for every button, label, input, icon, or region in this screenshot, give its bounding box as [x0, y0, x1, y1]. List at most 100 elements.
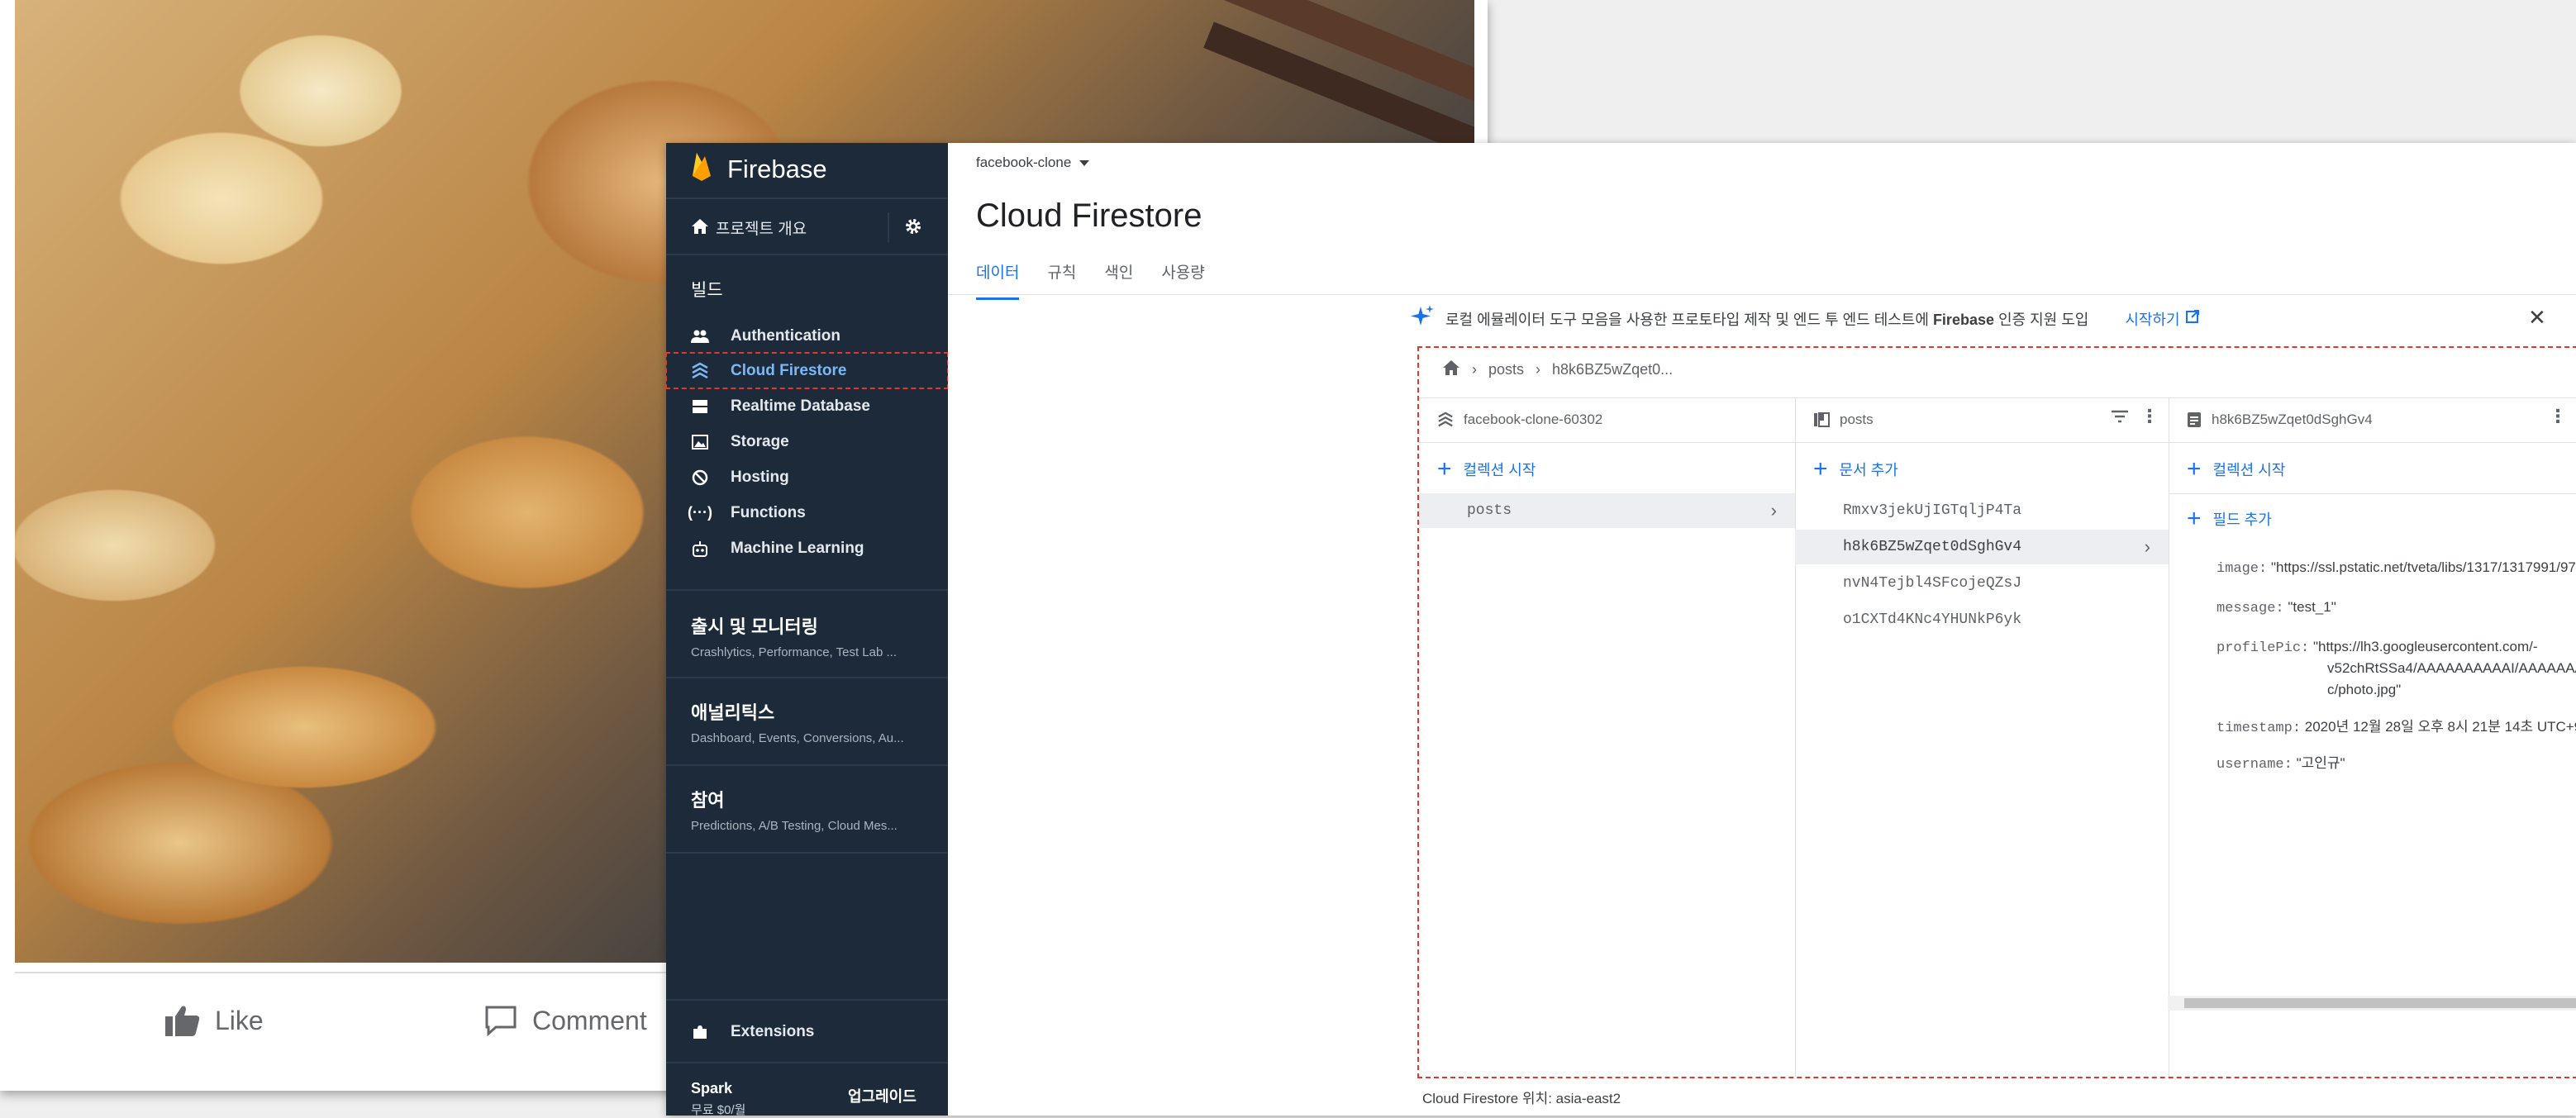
project-selector[interactable]: facebook-clone	[976, 155, 1090, 171]
document-row[interactable]: nvN4Tejbl4SFcojeQZsJ	[1795, 566, 2169, 601]
like-label: Like	[215, 1005, 264, 1035]
cta-label: 시작하기	[2125, 311, 2180, 328]
people-icon	[691, 327, 709, 345]
horizontal-scrollbar[interactable]	[2168, 996, 2576, 1011]
field-key: timestamp:	[2217, 721, 2302, 736]
divider	[666, 677, 948, 678]
document-row[interactable]: h8k6BZ5wZqet0dSghGv4 ›	[1795, 530, 2169, 564]
document-row[interactable]: Rmxv3jekUjIGTqljP4Ta	[1795, 493, 2169, 528]
banner-text: 로컬 에뮬레이터 도구 모음을 사용한 프로토타입 제작 및 엔드 투 엔드 테…	[1445, 308, 2088, 330]
field-profilepic-cont: v52chRtSSa4/AAAAAAAAAAI/AAAAAAAAAAA/AMZu…	[2327, 660, 2576, 677]
puzzle-icon	[691, 1023, 709, 1041]
sidebar-item-hosting[interactable]: Hosting	[666, 459, 948, 495]
home-icon[interactable]	[1442, 359, 1460, 380]
field-username[interactable]: username: "고인규"	[2217, 751, 2345, 773]
divider	[666, 197, 948, 199]
row-label: Rmxv3jekUjIGTqljP4Ta	[1843, 502, 2022, 519]
field-message[interactable]: message: "test_1"	[2217, 599, 2336, 616]
field-image[interactable]: image: "https://ssl.pstatic.net/tveta/li…	[2217, 559, 2576, 577]
column-title: facebook-clone-60302	[1464, 412, 1603, 427]
field-value: v52chRtSSa4/AAAAAAAAAAI/AAAAAAAAAAA/AMZu…	[2327, 660, 2576, 676]
plus-icon: +	[2187, 505, 2202, 532]
root-column: facebook-clone-60302 + 컬렉션 시작 posts ›	[1419, 397, 1796, 1077]
sidebar-item-label: Cloud Firestore	[731, 361, 847, 379]
build-section-title: 빌드	[691, 281, 723, 300]
start-collection-button[interactable]: + 컬렉션 시작	[1437, 457, 1536, 482]
column-header: posts ⋮	[1795, 397, 2169, 443]
close-icon[interactable]: ✕	[2528, 305, 2546, 331]
divider	[666, 764, 948, 766]
more-vert-icon[interactable]: ⋮	[2140, 406, 2159, 427]
divider	[666, 852, 948, 854]
sidebar-group-analytics[interactable]: 애널리틱스 Dashboard, Events, Conversions, Au…	[691, 698, 904, 745]
sidebar-item-label: Storage	[731, 432, 789, 450]
add-field-button[interactable]: + 필드 추가	[2187, 505, 2272, 532]
sidebar-item-label: Functions	[731, 503, 806, 521]
start-subcollection-button[interactable]: + 컬렉션 시작	[2187, 457, 2285, 482]
add-document-button[interactable]: + 문서 추가	[1813, 455, 1898, 483]
firebase-logo-icon	[691, 151, 712, 188]
column-header: h8k6BZ5wZqet0dSghGv4 ⋮	[2169, 397, 2576, 443]
emulator-banner: 로컬 에뮬레이터 도구 모음을 사용한 프로토타입 제작 및 엔드 투 엔드 테…	[1411, 305, 2200, 332]
document-row[interactable]: o1CXTd4KNc4YHUNkP6yk	[1795, 602, 2169, 637]
functions-icon: (···)	[688, 504, 712, 521]
sidebar-item-cloud-firestore[interactable]: Cloud Firestore	[665, 352, 949, 389]
add-label: 필드 추가	[2212, 511, 2272, 528]
sidebar-item-functions[interactable]: (···) Functions	[666, 495, 948, 530]
sidebar-item-realtime-database[interactable]: Realtime Database	[666, 388, 948, 424]
sidebar-group-engage[interactable]: 참여 Predictions, A/B Testing, Cloud Mes..…	[691, 786, 898, 833]
field-value: "test_1"	[2288, 599, 2336, 615]
thumbs-up-icon	[165, 1005, 200, 1036]
group-subtitle: Crashlytics, Performance, Test Lab ...	[691, 645, 897, 659]
breadcrumb-item[interactable]: posts	[1488, 361, 1524, 378]
filter-icon[interactable]	[2111, 409, 2129, 428]
column-header: facebook-clone-60302	[1419, 397, 1795, 443]
sidebar-item-extensions[interactable]: Extensions	[666, 1014, 948, 1049]
comment-button[interactable]: Comment	[484, 1005, 647, 1036]
upgrade-button[interactable]: 업그레이드	[848, 1085, 917, 1106]
banner-text-bold: Firebase	[1932, 311, 1994, 328]
field-timestamp[interactable]: timestamp: 2020년 12월 28일 오후 8시 21분 14초 U…	[2217, 715, 2576, 736]
database-icon	[691, 397, 709, 416]
document-column: h8k6BZ5wZqet0dSghGv4 ⋮ + 컬렉션 시작 + 필드 추가 …	[2169, 397, 2576, 1077]
open-external-icon	[2185, 309, 2200, 328]
more-vert-icon[interactable]: ⋮	[2549, 406, 2567, 427]
breadcrumb: › posts › h8k6BZ5wZqet0...	[1442, 359, 1673, 380]
sidebar-item-label: Machine Learning	[731, 539, 864, 557]
field-profilepic[interactable]: profilePic: "https://lh3.googleuserconte…	[2217, 639, 2538, 656]
sidebar-group-release-monitoring[interactable]: 출시 및 모니터링 Crashlytics, Performance, Test…	[691, 612, 897, 659]
sidebar-item-machine-learning[interactable]: Machine Learning	[666, 530, 948, 566]
column-title: h8k6BZ5wZqet0dSghGv4	[2212, 412, 2373, 427]
like-button[interactable]: Like	[165, 1005, 264, 1036]
gear-icon[interactable]	[904, 217, 922, 240]
field-value: "고인규"	[2296, 755, 2345, 771]
row-label: nvN4Tejbl4SFcojeQZsJ	[1843, 575, 2022, 592]
plus-icon: +	[1813, 455, 1828, 483]
breadcrumb-item[interactable]: h8k6BZ5wZqet0...	[1552, 361, 1673, 378]
chevron-right-icon: ›	[1472, 361, 1477, 378]
comment-label: Comment	[532, 1005, 647, 1035]
sidebar-item-storage[interactable]: Storage	[666, 424, 948, 459]
firestore-icon	[1437, 412, 1454, 428]
divider	[666, 1062, 948, 1063]
get-started-link[interactable]: 시작하기	[2125, 308, 2199, 330]
sidebar-item-label: Realtime Database	[731, 397, 870, 415]
collection-row[interactable]: posts ›	[1419, 493, 1795, 528]
add-label: 컬렉션 시작	[1463, 462, 1536, 478]
scrollbar-thumb[interactable]	[2184, 998, 2576, 1008]
field-key: message:	[2217, 601, 2284, 616]
plan-name: Spark	[691, 1080, 733, 1097]
group-subtitle: Predictions, A/B Testing, Cloud Mes...	[691, 819, 898, 833]
firestore-location: Cloud Firestore 위치: asia-east2	[1422, 1091, 1621, 1106]
sidebar: Firebase 프로젝트 개요 빌드 Authentication Cloud…	[665, 143, 949, 1118]
sidebar-item-authentication[interactable]: Authentication	[666, 318, 948, 354]
sidebar-item-label: Extensions	[731, 1022, 815, 1040]
row-label: posts	[1467, 502, 1512, 519]
firebase-brand[interactable]: Firebase	[691, 151, 827, 188]
collection-column: posts ⋮ + 문서 추가 Rmxv3jekUjIGTqljP4Ta h8k…	[1795, 397, 2169, 1077]
plan-info: Spark 무료 $0/월	[691, 1080, 745, 1118]
firestore-data-panel: › posts › h8k6BZ5wZqet0... facebook-clon…	[1417, 346, 2576, 1078]
brand-name: Firebase	[727, 155, 827, 183]
project-overview-item[interactable]: 프로젝트 개요	[666, 201, 948, 254]
overview-label: 프로젝트 개요	[716, 220, 807, 238]
